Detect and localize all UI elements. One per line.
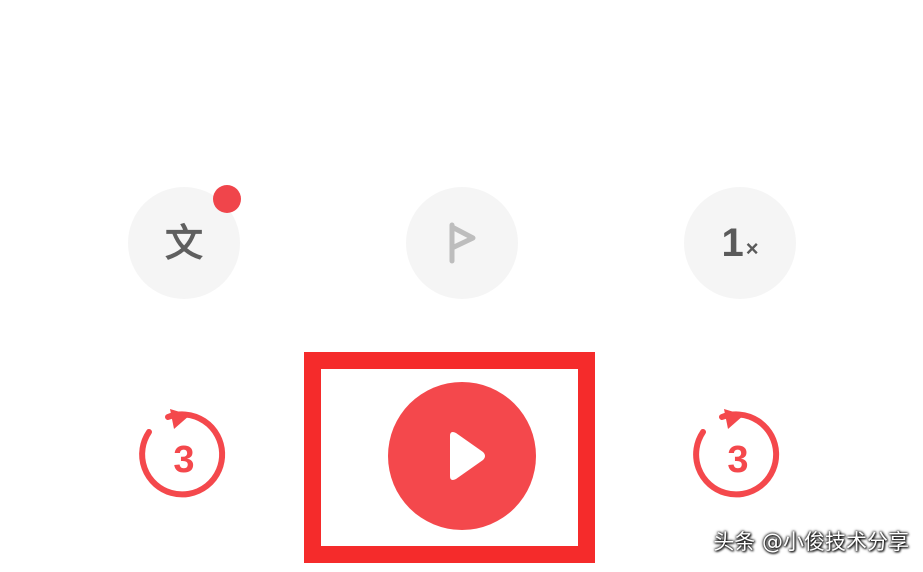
speed-label: 1 ×: [721, 223, 758, 263]
rewind-3-icon: 3: [139, 409, 226, 498]
watermark: 头条 @小俊技术分享: [713, 530, 909, 554]
speed-value: 1: [721, 221, 744, 265]
speed-button[interactable]: 1 ×: [684, 187, 796, 299]
skip-forward-seconds: 3: [727, 439, 748, 481]
text-icon: 文: [164, 221, 203, 265]
mark-button[interactable]: [406, 187, 518, 299]
skip-back-seconds: 3: [173, 439, 194, 481]
skip-back-button[interactable]: 3: [134, 405, 234, 505]
skip-forward-button[interactable]: 3: [688, 405, 788, 505]
play-icon: [450, 432, 485, 480]
notification-dot: [213, 185, 241, 213]
speed-suffix: ×: [745, 236, 759, 261]
flag-icon: [449, 222, 476, 264]
forward-3-icon: 3: [693, 409, 780, 498]
play-button[interactable]: [388, 382, 536, 530]
